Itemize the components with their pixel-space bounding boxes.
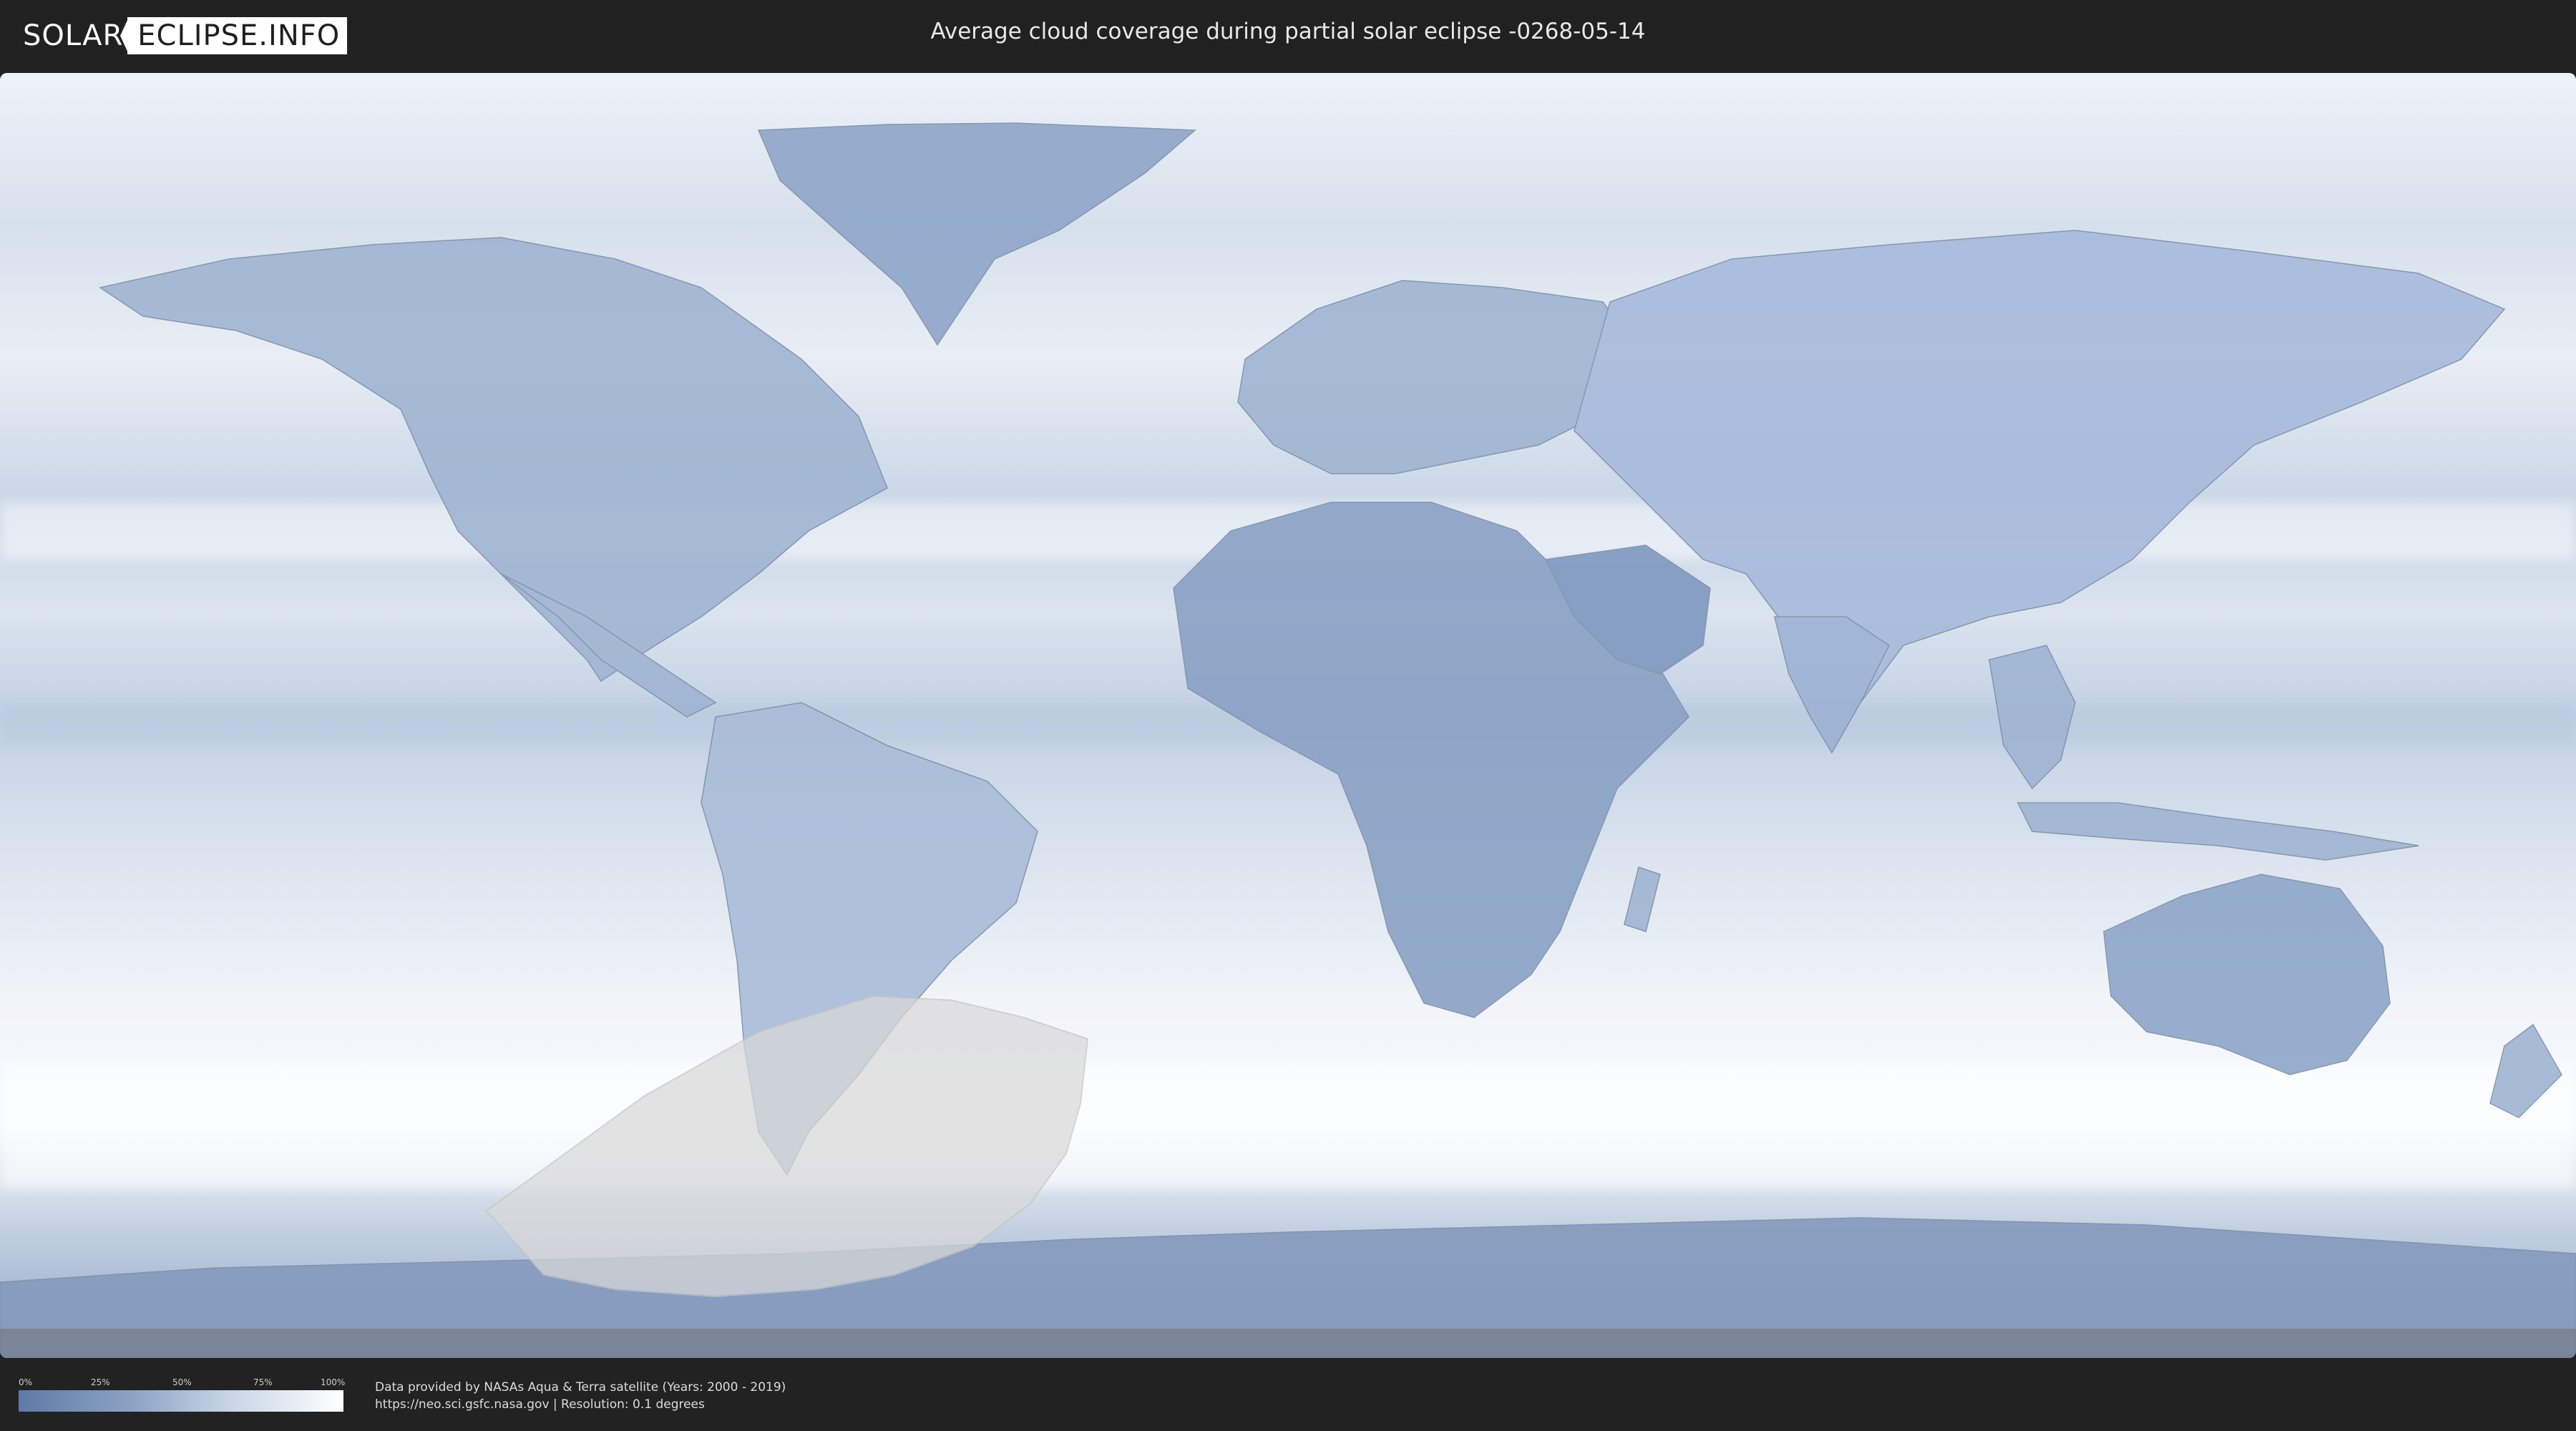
- scale-tick-75: 75%: [253, 1377, 273, 1387]
- scale-tick-100: 100%: [321, 1377, 346, 1387]
- header-bar: SOLAR ECLIPSE.INFO Average cloud coverag…: [0, 0, 2576, 72]
- page-title: Average cloud coverage during partial so…: [930, 19, 1646, 44]
- map-bottom-edge: [0, 1329, 2576, 1358]
- scale-gradient-bar: [19, 1390, 343, 1412]
- cloud-coverage-scale: 0% 25% 50% 75% 100%: [19, 1377, 346, 1412]
- scale-ticks: 0% 25% 50% 75% 100%: [19, 1377, 346, 1389]
- credit-line-2[interactable]: https://neo.sci.gsfc.nasa.gov | Resoluti…: [375, 1396, 786, 1413]
- scale-tick-25: 25%: [91, 1377, 110, 1387]
- data-credit: Data provided by NASAs Aqua & Terra sate…: [375, 1379, 786, 1413]
- world-map-svg: [0, 73, 2576, 1358]
- credit-line-1: Data provided by NASAs Aqua & Terra sate…: [375, 1380, 786, 1395]
- cloud-coverage-map[interactable]: [0, 73, 2576, 1358]
- logo-text-solar: SOLAR: [23, 19, 124, 52]
- site-logo[interactable]: SOLAR ECLIPSE.INFO: [23, 17, 348, 54]
- logo-text-eclipse-info: ECLIPSE.INFO: [120, 17, 348, 54]
- scale-tick-50: 50%: [172, 1377, 192, 1387]
- scale-tick-0: 0%: [19, 1377, 33, 1387]
